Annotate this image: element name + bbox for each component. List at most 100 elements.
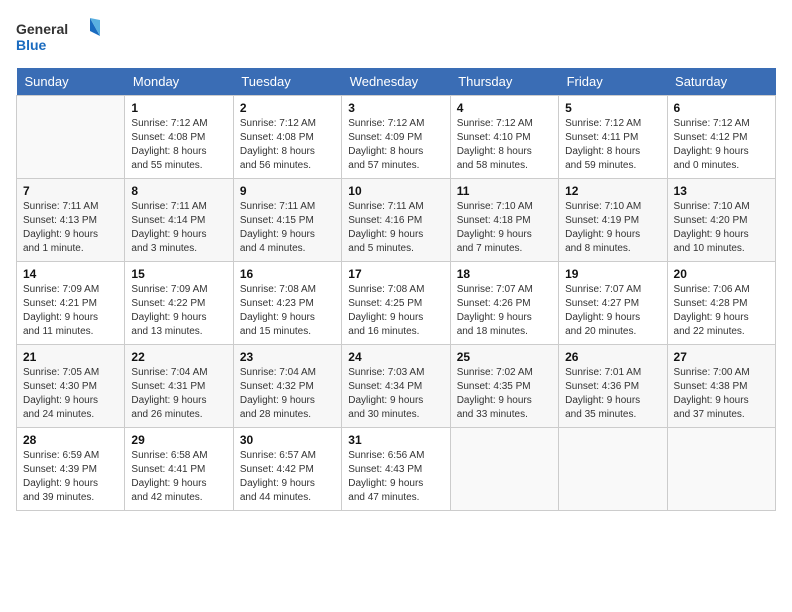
day-info: Sunrise: 7:00 AM Sunset: 4:38 PM Dayligh… — [674, 366, 769, 422]
calendar-cell: 31 Sunrise: 6:56 AM Sunset: 4:43 PM Dayli… — [342, 428, 450, 511]
day-info: Sunrise: 7:12 AM Sunset: 4:08 PM Dayligh… — [131, 117, 226, 173]
day-number: 22 — [131, 350, 226, 364]
day-number: 13 — [674, 184, 769, 198]
calendar-cell: 25 Sunrise: 7:02 AM Sunset: 4:35 PM Dayli… — [450, 345, 558, 428]
day-info: Sunrise: 7:12 AM Sunset: 4:12 PM Dayligh… — [674, 117, 769, 173]
calendar-cell: 1 Sunrise: 7:12 AM Sunset: 4:08 PM Daylig… — [125, 96, 233, 179]
svg-text:Blue: Blue — [16, 37, 47, 53]
day-number: 25 — [457, 350, 552, 364]
day-number: 7 — [23, 184, 118, 198]
calendar-cell: 22Sunrise: 7:04 AM Sunset: 4:31 PM Dayli… — [125, 345, 233, 428]
day-number: 29 — [131, 433, 226, 447]
day-number: 18 — [457, 267, 552, 281]
day-info: Sunrise: 7:12 AM Sunset: 4:11 PM Dayligh… — [565, 117, 660, 173]
day-info: Sunrise: 7:10 AM Sunset: 4:20 PM Dayligh… — [674, 200, 769, 256]
calendar-cell: 4 Sunrise: 7:12 AM Sunset: 4:10 PM Daylig… — [450, 96, 558, 179]
day-header-wednesday: Wednesday — [342, 68, 450, 96]
day-info: Sunrise: 6:57 AM Sunset: 4:42 PM Dayligh… — [240, 449, 335, 505]
calendar-cell: 13 Sunrise: 7:10 AM Sunset: 4:20 PM Dayli… — [667, 179, 775, 262]
day-info: Sunrise: 7:02 AM Sunset: 4:35 PM Dayligh… — [457, 366, 552, 422]
day-info: Sunrise: 7:07 AM Sunset: 4:27 PM Dayligh… — [565, 283, 660, 339]
day-header-thursday: Thursday — [450, 68, 558, 96]
svg-text:General: General — [16, 21, 68, 37]
calendar-cell: 7 Sunrise: 7:11 AM Sunset: 4:13 PM Daylig… — [17, 179, 125, 262]
day-number: 24 — [348, 350, 443, 364]
day-number: 10 — [348, 184, 443, 198]
day-number: 19 — [565, 267, 660, 281]
day-header-monday: Monday — [125, 68, 233, 96]
day-number: 11 — [457, 184, 552, 198]
day-info: Sunrise: 7:08 AM Sunset: 4:25 PM Dayligh… — [348, 283, 443, 339]
calendar-table: SundayMondayTuesdayWednesdayThursdayFrid… — [16, 68, 776, 511]
day-number: 4 — [457, 101, 552, 115]
calendar-cell: 11Sunrise: 7:10 AM Sunset: 4:18 PM Dayli… — [450, 179, 558, 262]
day-info: Sunrise: 7:05 AM Sunset: 4:30 PM Dayligh… — [23, 366, 118, 422]
day-header-sunday: Sunday — [17, 68, 125, 96]
day-number: 16 — [240, 267, 335, 281]
day-info: Sunrise: 7:01 AM Sunset: 4:36 PM Dayligh… — [565, 366, 660, 422]
day-number: 31 — [348, 433, 443, 447]
calendar-cell: 14 Sunrise: 7:09 AM Sunset: 4:21 PM Dayli… — [17, 262, 125, 345]
logo-svg: General Blue — [16, 16, 106, 56]
day-header-friday: Friday — [559, 68, 667, 96]
calendar-cell: 18 Sunrise: 7:07 AM Sunset: 4:26 PM Dayli… — [450, 262, 558, 345]
day-info: Sunrise: 7:06 AM Sunset: 4:28 PM Dayligh… — [674, 283, 769, 339]
day-info: Sunrise: 7:12 AM Sunset: 4:10 PM Dayligh… — [457, 117, 552, 173]
day-info: Sunrise: 7:12 AM Sunset: 4:08 PM Dayligh… — [240, 117, 335, 173]
day-info: Sunrise: 7:11 AM Sunset: 4:14 PM Dayligh… — [131, 200, 226, 256]
calendar-cell: 17 Sunrise: 7:08 AM Sunset: 4:25 PM Dayli… — [342, 262, 450, 345]
calendar-cell: 20Sunrise: 7:06 AM Sunset: 4:28 PM Dayli… — [667, 262, 775, 345]
calendar-cell: 26Sunrise: 7:01 AM Sunset: 4:36 PM Dayli… — [559, 345, 667, 428]
calendar-cell: 12 Sunrise: 7:10 AM Sunset: 4:19 PM Dayli… — [559, 179, 667, 262]
calendar-cell: 6Sunrise: 7:12 AM Sunset: 4:12 PM Daylig… — [667, 96, 775, 179]
calendar-cell: 9 Sunrise: 7:11 AM Sunset: 4:15 PM Daylig… — [233, 179, 341, 262]
calendar-cell: 15 Sunrise: 7:09 AM Sunset: 4:22 PM Dayli… — [125, 262, 233, 345]
page-header: General Blue — [16, 16, 776, 56]
day-number: 1 — [131, 101, 226, 115]
week-row-3: 14 Sunrise: 7:09 AM Sunset: 4:21 PM Dayli… — [17, 262, 776, 345]
day-header-tuesday: Tuesday — [233, 68, 341, 96]
calendar-cell: 29 Sunrise: 6:58 AM Sunset: 4:41 PM Dayli… — [125, 428, 233, 511]
day-info: Sunrise: 7:04 AM Sunset: 4:32 PM Dayligh… — [240, 366, 335, 422]
day-info: Sunrise: 7:10 AM Sunset: 4:19 PM Dayligh… — [565, 200, 660, 256]
day-number: 9 — [240, 184, 335, 198]
calendar-cell: 21 Sunrise: 7:05 AM Sunset: 4:30 PM Dayli… — [17, 345, 125, 428]
day-info: Sunrise: 6:59 AM Sunset: 4:39 PM Dayligh… — [23, 449, 118, 505]
day-header-saturday: Saturday — [667, 68, 775, 96]
day-number: 12 — [565, 184, 660, 198]
calendar-cell: 30 Sunrise: 6:57 AM Sunset: 4:42 PM Dayli… — [233, 428, 341, 511]
day-info: Sunrise: 7:03 AM Sunset: 4:34 PM Dayligh… — [348, 366, 443, 422]
calendar-cell: 27 Sunrise: 7:00 AM Sunset: 4:38 PM Dayli… — [667, 345, 775, 428]
day-info: Sunrise: 6:58 AM Sunset: 4:41 PM Dayligh… — [131, 449, 226, 505]
day-number: 21 — [23, 350, 118, 364]
calendar-cell: 23 Sunrise: 7:04 AM Sunset: 4:32 PM Dayli… — [233, 345, 341, 428]
day-info: Sunrise: 7:11 AM Sunset: 4:13 PM Dayligh… — [23, 200, 118, 256]
calendar-cell: 8 Sunrise: 7:11 AM Sunset: 4:14 PM Daylig… — [125, 179, 233, 262]
day-number: 30 — [240, 433, 335, 447]
day-info: Sunrise: 7:11 AM Sunset: 4:16 PM Dayligh… — [348, 200, 443, 256]
day-number: 5 — [565, 101, 660, 115]
week-row-5: 28 Sunrise: 6:59 AM Sunset: 4:39 PM Dayli… — [17, 428, 776, 511]
logo: General Blue — [16, 16, 106, 56]
day-info: Sunrise: 7:09 AM Sunset: 4:22 PM Dayligh… — [131, 283, 226, 339]
day-info: Sunrise: 6:56 AM Sunset: 4:43 PM Dayligh… — [348, 449, 443, 505]
day-number: 28 — [23, 433, 118, 447]
day-number: 3 — [348, 101, 443, 115]
day-info: Sunrise: 7:08 AM Sunset: 4:23 PM Dayligh… — [240, 283, 335, 339]
calendar-cell: 2 Sunrise: 7:12 AM Sunset: 4:08 PM Daylig… — [233, 96, 341, 179]
calendar-cell — [559, 428, 667, 511]
day-number: 15 — [131, 267, 226, 281]
day-number: 27 — [674, 350, 769, 364]
day-info: Sunrise: 7:11 AM Sunset: 4:15 PM Dayligh… — [240, 200, 335, 256]
day-number: 23 — [240, 350, 335, 364]
day-info: Sunrise: 7:12 AM Sunset: 4:09 PM Dayligh… — [348, 117, 443, 173]
day-info: Sunrise: 7:07 AM Sunset: 4:26 PM Dayligh… — [457, 283, 552, 339]
calendar-cell: 24 Sunrise: 7:03 AM Sunset: 4:34 PM Dayli… — [342, 345, 450, 428]
day-number: 14 — [23, 267, 118, 281]
day-info: Sunrise: 7:09 AM Sunset: 4:21 PM Dayligh… — [23, 283, 118, 339]
day-number: 17 — [348, 267, 443, 281]
day-number: 2 — [240, 101, 335, 115]
week-row-2: 7 Sunrise: 7:11 AM Sunset: 4:13 PM Daylig… — [17, 179, 776, 262]
day-number: 8 — [131, 184, 226, 198]
calendar-cell — [450, 428, 558, 511]
